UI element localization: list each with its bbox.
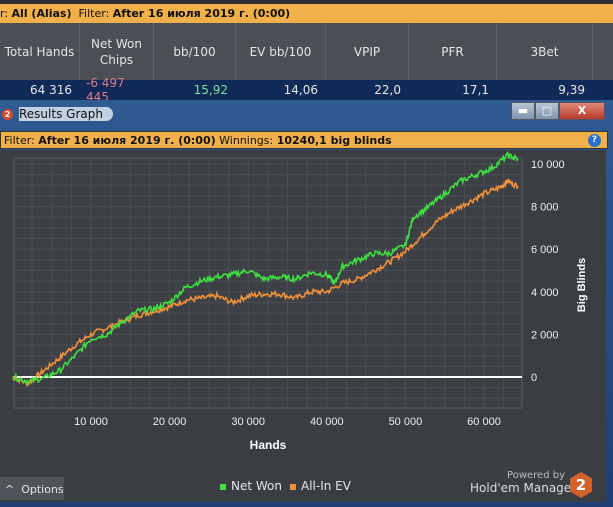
- y-tick-label: 8 000: [531, 202, 559, 214]
- x-tick-label: 20 000: [153, 416, 187, 428]
- stats-row[interactable]: 64 316 -6 497 445 15,92 14,06 22,0 17,1 9,39: [0, 76, 613, 104]
- column-header[interactable]: Net Won Chips: [80, 23, 154, 80]
- column-header[interactable]: EV bb/100: [236, 23, 326, 80]
- x-tick-label: 50 000: [389, 416, 423, 428]
- player-value: All (Alias): [11, 7, 72, 20]
- caret-up-icon: ^: [5, 483, 15, 496]
- legend-net-won: Net Won: [220, 479, 282, 493]
- legend-all-in-ev: All-In EV: [290, 479, 351, 493]
- window-title: Results Graph: [19, 107, 113, 121]
- legend-swatch: [220, 484, 226, 490]
- filter-label: Filter:: [4, 134, 39, 147]
- minimize-button[interactable]: ▬: [511, 102, 535, 120]
- y-tick-label: 6 000: [531, 244, 559, 256]
- column-header[interactable]: 3Bet: [497, 23, 593, 80]
- stat-cell: 64 316: [30, 83, 72, 97]
- stat-cell: 15,92: [193, 83, 228, 97]
- x-tick-label: 10 000: [74, 416, 108, 428]
- help-icon[interactable]: ?: [588, 134, 601, 147]
- results-chart: 10 000 20 000 30 000 40 000 50 000 60 000 0 2 0…: [12, 150, 588, 452]
- column-header[interactable]: PFR: [409, 23, 497, 80]
- column-header[interactable]: Total Hands: [0, 23, 80, 80]
- x-tick-label: 30 000: [231, 416, 265, 428]
- graph-filter-bar: Filter: After 16 июля 2019 г. (0:00) Win…: [0, 131, 608, 149]
- powered-by: Powered by: [507, 470, 565, 481]
- filter-value: After 16 июля 2019 г. (0:00): [38, 134, 216, 147]
- y-tick-label: 10 000: [531, 159, 565, 171]
- column-header[interactable]: VPIP: [326, 23, 409, 80]
- stats-header: Total Hands Net Won Chips bb/100 EV bb/100 V…: [0, 23, 613, 80]
- x-tick-label: 40 000: [310, 416, 344, 428]
- stat-cell: 9,39: [558, 83, 585, 97]
- chart-legend: Net Won All-In EV: [220, 479, 351, 493]
- options-button[interactable]: ^ Options: [0, 477, 64, 500]
- x-tick-label: 60 000: [467, 416, 501, 428]
- winnings-label: Winnings:: [215, 134, 277, 147]
- winnings-value: 10240,1 big blinds: [276, 134, 392, 147]
- stat-cell: -6 497 445: [86, 76, 125, 104]
- y-tick-label: 4 000: [531, 287, 559, 299]
- hm2-logo-icon: 2: [2, 109, 13, 120]
- legend-label: All-In EV: [301, 479, 351, 493]
- y-tick-label: 0: [531, 372, 537, 384]
- y-axis-label: Big Blinds: [576, 258, 588, 312]
- filter-value: After 16 июля 2019 г. (0:00): [112, 7, 291, 20]
- player-label: r:: [0, 7, 12, 20]
- brand-name: Hold'em Manager: [470, 481, 577, 495]
- legend-label: Net Won: [231, 479, 282, 493]
- stat-cell: 22,0: [374, 83, 401, 97]
- filter-label: Filter:: [78, 7, 113, 20]
- legend-swatch: [290, 484, 296, 490]
- options-label: Options: [21, 483, 64, 496]
- maximize-button[interactable]: ▢: [535, 102, 559, 120]
- column-header[interactable]: bb/100: [154, 23, 236, 80]
- close-button[interactable]: X: [559, 102, 605, 120]
- y-tick-label: 2 000: [531, 329, 559, 341]
- stat-cell: 17,1: [462, 83, 489, 97]
- stat-cell: 14,06: [283, 83, 318, 97]
- player-filter-bar: r: All (Alias) Filter: After 16 июля 201…: [0, 4, 613, 23]
- x-axis-label: Hands: [250, 438, 287, 452]
